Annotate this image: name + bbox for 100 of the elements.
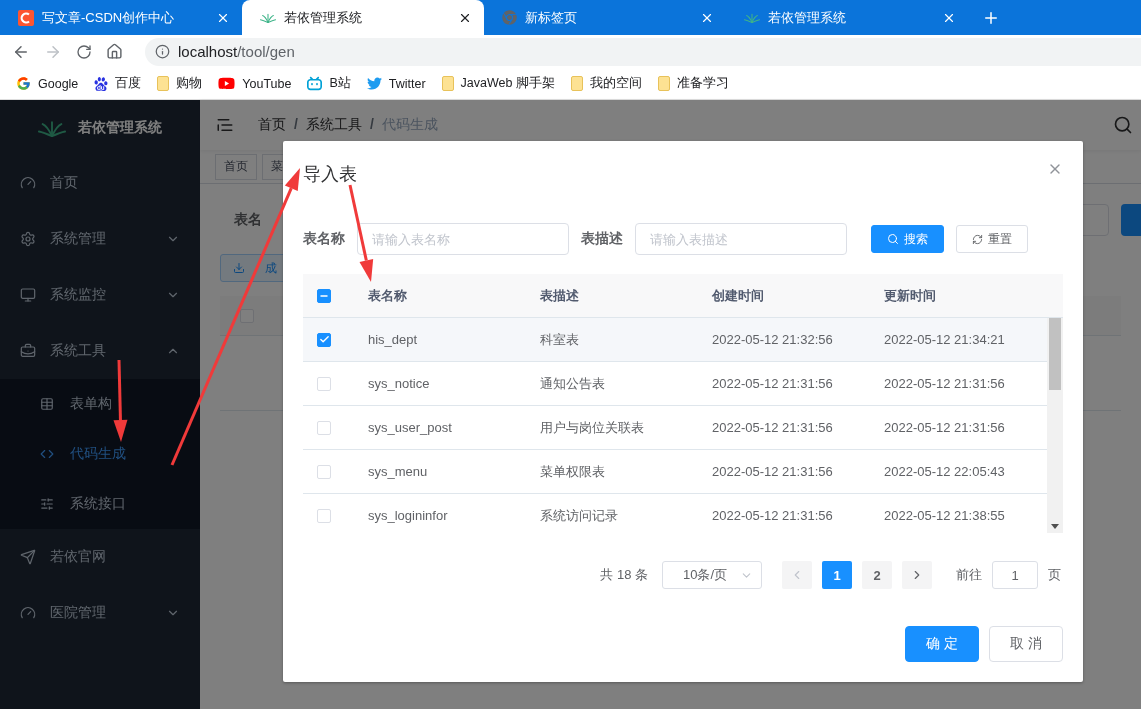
page-button[interactable]: 2 xyxy=(862,561,892,589)
table-cell-text: 2022-05-12 21:31:56 xyxy=(711,420,834,435)
column-header: 表名称 xyxy=(367,286,408,305)
sidebar-subitem[interactable]: 系统接口 xyxy=(0,479,200,529)
page-size-select[interactable]: 10条/页 xyxy=(662,561,762,589)
sidebar-item[interactable]: 首页 xyxy=(0,155,200,211)
scroll-down-icon[interactable] xyxy=(1051,524,1059,529)
reload-icon[interactable] xyxy=(76,43,92,60)
folder-icon xyxy=(441,76,454,91)
browser-tab[interactable]: 若依管理系统 xyxy=(726,0,968,35)
menu-icon[interactable] xyxy=(216,116,234,134)
table-cell-text: 系统访问记录 xyxy=(539,506,619,525)
info-icon xyxy=(155,44,170,59)
bookmark-link[interactable]: 准备学习 xyxy=(676,75,729,92)
sidebar-subitem[interactable]: 表单构 xyxy=(0,379,200,429)
sliders-icon xyxy=(40,497,54,511)
download-icon xyxy=(233,262,245,274)
bird-icon xyxy=(366,76,382,91)
search-button[interactable]: 搜索 xyxy=(871,225,944,253)
goto-page-field[interactable]: 1 xyxy=(992,561,1038,589)
csdn-logo-icon xyxy=(18,9,34,26)
table-cell-text: 用户与岗位关联表 xyxy=(539,418,645,437)
bookmark-link[interactable]: B站 xyxy=(329,75,351,92)
table-cell-text: 2022-05-12 21:31:56 xyxy=(883,376,1006,391)
checkbox[interactable] xyxy=(240,308,254,323)
tab-title: 新标签页 xyxy=(525,8,578,27)
toolbox-icon xyxy=(20,343,36,359)
paper-plane-icon xyxy=(20,549,36,565)
bookmark-link[interactable]: 百度 xyxy=(115,75,142,92)
table-cell-text: 菜单权限表 xyxy=(539,462,606,481)
table-cell-text: 2022-05-12 21:31:56 xyxy=(711,376,834,391)
bookmark-link[interactable]: Twitter xyxy=(388,76,426,91)
table-cell-text: 科室表 xyxy=(539,330,580,349)
reset-button[interactable]: 重置 xyxy=(956,225,1028,253)
bookmark-link[interactable]: 我的空间 xyxy=(589,75,642,92)
bookmark-link[interactable]: Google xyxy=(38,76,79,91)
table-cell-text: 通知公告表 xyxy=(539,374,606,393)
dialog-title: 导入表 xyxy=(303,163,357,186)
tab-title: 若依管理系统 xyxy=(284,8,363,27)
breadcrumb-separator: / xyxy=(369,116,374,134)
column-header: 表描述 xyxy=(539,286,580,305)
page-unit-label: 页 xyxy=(1048,566,1061,584)
bookmark-link[interactable]: 购物 xyxy=(176,75,203,92)
query-label: 表名 xyxy=(234,211,262,229)
gauge-icon xyxy=(20,175,36,191)
goto-label: 前往 xyxy=(956,566,982,584)
google-logo-icon xyxy=(16,76,31,91)
table-row[interactable]: his_dept 科室表 2022-05-12 21:32:56 2022-05-12 21:34:21 xyxy=(303,318,1047,362)
chrome-logo-icon xyxy=(502,10,517,25)
cancel-button[interactable]: 取 消 xyxy=(989,626,1063,662)
table-cell-text: sys_user_post xyxy=(367,420,453,435)
youtube-logo-icon xyxy=(218,75,236,92)
sidebar-item[interactable]: 医院管理 xyxy=(0,585,200,641)
table-cell-text: 2022-05-12 21:31:56 xyxy=(883,420,1006,435)
filter-label: 表名称 xyxy=(303,230,345,248)
sidebar-item[interactable]: 系统监控 xyxy=(0,267,200,323)
code-icon xyxy=(40,447,54,461)
table-cell-text: 2022-05-12 21:32:56 xyxy=(711,332,834,347)
filter-field[interactable]: 请输入表名称 xyxy=(357,223,569,255)
page-button[interactable]: 1 xyxy=(822,561,852,589)
home-icon[interactable] xyxy=(106,43,123,60)
page-tag[interactable]: 首页 xyxy=(215,153,257,180)
app-title: 若依管理系统 xyxy=(78,118,162,137)
sidebar-item[interactable]: 系统工具 xyxy=(0,323,200,379)
folder-icon xyxy=(570,76,583,91)
table-cell-text: sys_logininfor xyxy=(367,508,449,523)
table-cell-text: 2022-05-12 21:34:21 xyxy=(883,332,1006,347)
folder-icon xyxy=(157,76,170,91)
scrollbar[interactable] xyxy=(1047,318,1063,533)
table-icon xyxy=(40,397,54,411)
table-cell-text: 2022-05-12 22:05:43 xyxy=(883,464,1006,479)
bookmark-link[interactable]: JavaWeb 脚手架 xyxy=(460,75,555,92)
tab-title: 写文章-CSDN创作中心 xyxy=(42,8,176,27)
sidebar-item[interactable]: 若依官网 xyxy=(0,529,200,585)
browser-tab[interactable]: 写文章-CSDN创作中心 xyxy=(0,0,242,35)
browser-tab[interactable]: 若依管理系统 xyxy=(242,0,484,35)
breadcrumb-link[interactable]: 首页 xyxy=(258,116,286,134)
paw-icon xyxy=(94,76,109,91)
table-cell-text: 2022-05-12 21:31:56 xyxy=(711,464,834,479)
filter-label: 表描述 xyxy=(581,230,623,248)
breadcrumb-separator: / xyxy=(294,116,298,134)
leaf-logo-icon xyxy=(744,11,760,24)
search-icon[interactable] xyxy=(1113,115,1133,135)
search-icon xyxy=(887,233,899,245)
table-cell-text: 2022-05-12 21:38:55 xyxy=(883,508,1006,523)
browser-tab[interactable]: 新标签页 xyxy=(484,0,726,35)
row-checkbox[interactable] xyxy=(317,332,331,347)
confirm-button[interactable]: 确 定 xyxy=(905,626,979,662)
folder-icon xyxy=(657,76,670,91)
tv-icon xyxy=(307,76,323,91)
filter-field[interactable]: 请输入表描述 xyxy=(635,223,847,255)
total-count: 共 18 条 xyxy=(600,566,648,584)
breadcrumb-link[interactable]: 系统工具 xyxy=(305,116,362,134)
select-all-checkbox[interactable] xyxy=(317,288,331,303)
bookmark-link[interactable]: YouTube xyxy=(242,76,292,91)
sidebar-item[interactable]: 系统管理 xyxy=(0,211,200,267)
table-cell-text: sys_notice xyxy=(367,376,431,391)
address-field[interactable]: localhost/tool/gen xyxy=(145,37,1141,66)
gauge-icon xyxy=(20,605,36,621)
leaf-logo-icon xyxy=(260,11,276,24)
